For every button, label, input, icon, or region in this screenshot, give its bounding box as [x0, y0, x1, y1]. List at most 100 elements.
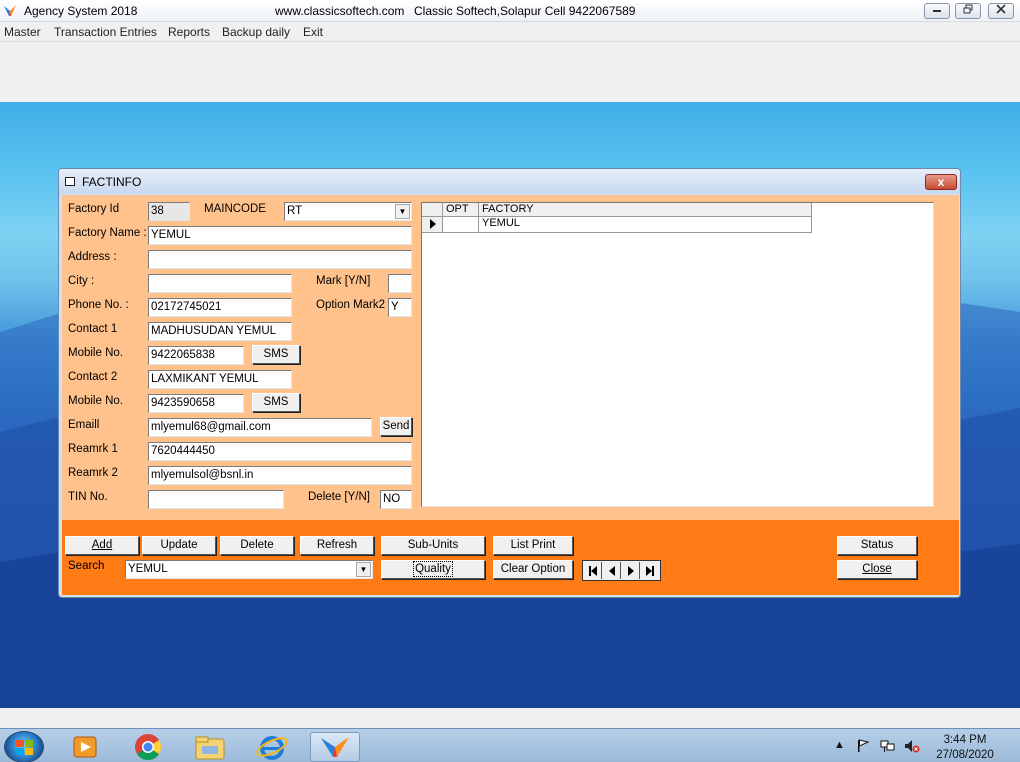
- address-label: Address :: [68, 251, 117, 263]
- refresh-button[interactable]: Refresh: [300, 536, 374, 555]
- email-field[interactable]: mlyemul68@gmail.com: [148, 418, 372, 437]
- chevron-down-icon[interactable]: ▼: [356, 562, 371, 577]
- app-title: Agency System 2018: [24, 4, 138, 18]
- volume-muted-icon[interactable]: [904, 739, 920, 753]
- next-record-button[interactable]: [622, 562, 640, 579]
- menu-reports[interactable]: Reports: [168, 25, 210, 39]
- tin-field[interactable]: [148, 490, 284, 509]
- factory-name-field[interactable]: YEMUL: [148, 226, 412, 245]
- close-button[interactable]: Close: [837, 560, 917, 579]
- remark1-label: Reamrk 1: [68, 443, 118, 455]
- status-button[interactable]: Status: [837, 536, 917, 555]
- mobile1-field[interactable]: 9422065838: [148, 346, 244, 365]
- factory-id-label: Factory Id: [68, 203, 120, 215]
- delete-button[interactable]: Delete: [220, 536, 294, 555]
- show-hidden-icons[interactable]: ▲: [834, 739, 845, 751]
- sms1-label: SMS: [263, 348, 289, 360]
- taskbar-media-player[interactable]: [64, 732, 104, 762]
- taskbar-clock[interactable]: 3:44 PM 27/08/2020: [924, 733, 1006, 762]
- sub-units-label: Sub-Units: [407, 539, 459, 551]
- taskbar-agency-system[interactable]: [310, 732, 360, 762]
- prev-record-button[interactable]: [603, 562, 621, 579]
- start-button[interactable]: [4, 731, 44, 762]
- folder-icon: [195, 736, 225, 760]
- record-navigator: [582, 560, 661, 581]
- status-strip: [0, 708, 1020, 728]
- factory-grid[interactable]: OPT FACTORY YEMUL: [421, 202, 934, 507]
- send-email-button[interactable]: Send: [380, 417, 412, 436]
- close-label: Close: [862, 563, 892, 575]
- phone-label: Phone No. :: [68, 299, 129, 311]
- app-vendor: Classic Softech,Solapur Cell 9422067589: [414, 4, 636, 18]
- mark-field[interactable]: [388, 274, 412, 293]
- mobile2-field[interactable]: 9423590658: [148, 394, 244, 413]
- refresh-label: Refresh: [316, 539, 358, 551]
- app-website: www.classicsoftech.com: [275, 4, 405, 18]
- clock-date: 27/08/2020: [936, 749, 994, 761]
- remark2-label: Reamrk 2: [68, 467, 118, 479]
- factory-name-label: Factory Name :: [68, 227, 147, 239]
- first-record-icon: [588, 566, 597, 576]
- search-combo[interactable]: YEMUL ▼: [125, 560, 373, 579]
- search-label: Search: [68, 560, 105, 572]
- menu-backup-daily[interactable]: Backup daily: [222, 25, 290, 39]
- add-button[interactable]: Add: [65, 536, 139, 555]
- mark-label: Mark [Y/N]: [316, 275, 371, 287]
- option-mark2-label: Option Mark2: [316, 299, 386, 311]
- delete-label: Delete: [240, 539, 274, 551]
- address-field[interactable]: [148, 250, 412, 269]
- option-mark2-field[interactable]: Y: [388, 298, 412, 317]
- sub-units-button[interactable]: Sub-Units: [381, 536, 485, 555]
- factory-id-field[interactable]: 38: [148, 202, 190, 221]
- app-logo-icon: [4, 5, 16, 16]
- menu-transaction-entries[interactable]: Transaction Entries: [54, 25, 157, 39]
- table-cell-opt[interactable]: [443, 217, 479, 233]
- add-label: Add: [91, 539, 113, 551]
- remark2-field[interactable]: mlyemulsol@bsnl.in: [148, 466, 412, 485]
- dialog-title: FACTINFO: [82, 175, 142, 189]
- contact1-field[interactable]: MADHUSUDAN YEMUL: [148, 322, 292, 341]
- mobile1-label: Mobile No.: [68, 347, 123, 359]
- maincode-combo[interactable]: RT ▼: [284, 202, 412, 221]
- table-cell-factory[interactable]: YEMUL: [479, 217, 812, 233]
- taskbar-internet-explorer[interactable]: [252, 732, 292, 762]
- city-field[interactable]: [148, 274, 292, 293]
- contact2-field[interactable]: LAXMIKANT YEMUL: [148, 370, 292, 389]
- action-center-flag-icon[interactable]: [856, 739, 870, 753]
- button-panel: Add Update Delete Refresh Sub-Units List…: [62, 520, 959, 595]
- sms1-button[interactable]: SMS: [252, 345, 300, 364]
- grid-header-opt[interactable]: OPT: [443, 203, 479, 217]
- sms2-button[interactable]: SMS: [252, 393, 300, 412]
- menu-master[interactable]: Master: [4, 25, 41, 39]
- quality-button[interactable]: Quality: [381, 560, 485, 579]
- dialog-titlebar: FACTINFO x: [59, 169, 960, 194]
- row-selector[interactable]: [422, 217, 443, 233]
- clear-option-button[interactable]: Clear Option: [493, 560, 573, 579]
- media-player-icon: [73, 736, 97, 758]
- app-close-button[interactable]: [988, 3, 1014, 19]
- menu-exit[interactable]: Exit: [303, 25, 323, 39]
- sms2-label: SMS: [263, 396, 289, 408]
- taskbar-chrome[interactable]: [128, 732, 168, 762]
- delete-flag-field[interactable]: NO: [380, 490, 412, 509]
- last-record-button[interactable]: [641, 562, 659, 579]
- factinfo-dialog: FACTINFO x Factory Id MAINCODE Factory N…: [58, 168, 961, 598]
- next-record-icon: [627, 566, 634, 576]
- restore-button[interactable]: [955, 3, 981, 19]
- update-button[interactable]: Update: [142, 536, 216, 555]
- taskbar-file-explorer[interactable]: [190, 732, 230, 762]
- chevron-down-icon[interactable]: ▼: [395, 204, 410, 219]
- send-label: Send: [382, 420, 410, 432]
- list-print-button[interactable]: List Print: [493, 536, 573, 555]
- phone-field[interactable]: 02172745021: [148, 298, 292, 317]
- dialog-close-button[interactable]: x: [925, 174, 957, 190]
- first-record-button[interactable]: [584, 562, 602, 579]
- network-icon[interactable]: [880, 739, 896, 753]
- minimize-button[interactable]: [924, 3, 950, 19]
- maincode-value: RT: [287, 205, 303, 217]
- prev-record-icon: [608, 566, 615, 576]
- contact1-label: Contact 1: [68, 323, 118, 335]
- app-titlebar: Agency System 2018 www.classicsoftech.co…: [0, 0, 1020, 22]
- remark1-field[interactable]: 7620444450: [148, 442, 412, 461]
- grid-header-factory[interactable]: FACTORY: [479, 203, 812, 217]
